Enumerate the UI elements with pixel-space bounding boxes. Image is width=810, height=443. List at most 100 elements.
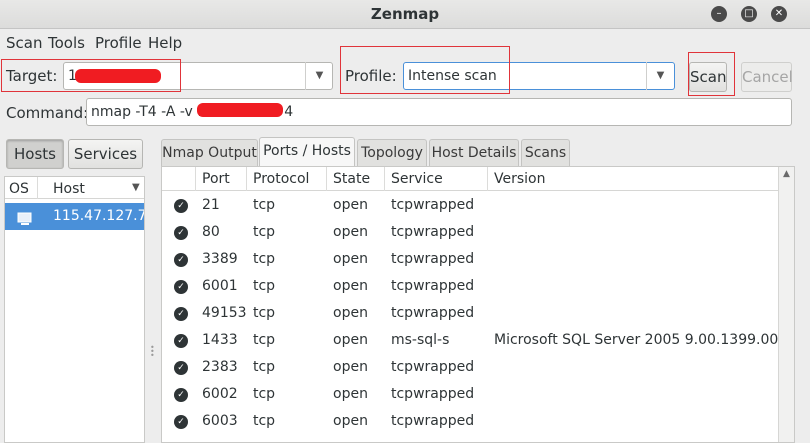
protocol-cell: tcp [253,386,276,402]
menu-tools[interactable]: Tools [48,34,85,52]
version-cell [488,381,778,408]
host-list-header: OS Host ▼ [5,177,144,199]
port-cell: 21 [202,197,220,213]
table-row[interactable]: ✓ 6001 tcp open tcpwrapped [162,273,778,300]
tab-nmap-output[interactable]: Nmap Output [161,139,258,166]
hosts-toggle[interactable]: Hosts [6,139,64,169]
table-row[interactable]: ✓ 80 tcp open tcpwrapped [162,219,778,246]
port-cell: 49153 [202,305,247,321]
ports-table-header: Port Protocol State Service Version [162,167,778,191]
table-row[interactable]: ✓ 6002 tcp open tcpwrapped [162,381,778,408]
version-cell [488,354,778,381]
title-bar: Zenmap – □ ✕ [0,0,810,29]
profile-combo[interactable]: Intense scan [403,62,675,90]
service-cell: tcpwrapped [391,197,475,213]
service-cell: tcpwrapped [391,386,475,402]
menu-profile[interactable]: Profile [95,34,142,52]
computer-icon [17,209,33,225]
table-row[interactable]: ✓ 49153 tcp open tcpwrapped [162,300,778,327]
state-cell: open [333,386,368,402]
state-cell: open [333,224,368,240]
version-cell [488,300,778,327]
state-cell: open [333,332,368,348]
protocol-cell: tcp [253,305,276,321]
service-cell: tcpwrapped [391,251,475,267]
open-port-check-icon: ✓ [174,334,188,348]
table-row[interactable]: ✓ 2383 tcp open tcpwrapped [162,354,778,381]
protocol-cell: tcp [253,359,276,375]
command-field[interactable]: nmap -T4 -A -v 1 4 [86,98,792,126]
vertical-scrollbar[interactable]: ▲ [778,167,794,442]
menu-bar: Scan Tools Profile Help [0,30,810,56]
service-column-header[interactable]: Service [385,167,488,191]
cancel-button[interactable]: Cancel [741,62,793,92]
close-icon[interactable]: ✕ [771,6,787,22]
open-port-check-icon: ✓ [174,307,188,321]
open-port-check-icon: ✓ [174,361,188,375]
state-cell: open [333,305,368,321]
scan-button[interactable]: Scan [689,62,727,92]
version-cell [488,219,778,246]
open-port-check-icon: ✓ [174,280,188,294]
port-cell: 3389 [202,251,238,267]
table-row[interactable]: ✓ 1433 tcp open ms-sql-s Microsoft SQL Server… [162,327,778,354]
port-column-header[interactable]: Port [196,167,247,191]
protocol-cell: tcp [253,278,276,294]
state-cell: open [333,278,368,294]
version-cell: Microsoft SQL Server 2005 9.00.1399.00; … [494,332,778,348]
port-cell: 6001 [202,278,238,294]
menu-help[interactable]: Help [148,34,182,52]
host-row[interactable]: 115.47.127.74 [5,203,144,230]
table-row[interactable]: ✓ 6003 tcp open tcpwrapped [162,408,778,435]
minimize-icon[interactable]: – [711,6,727,22]
open-port-check-icon: ✓ [174,415,188,429]
open-port-check-icon: ✓ [174,226,188,240]
open-port-check-icon: ✓ [174,253,188,267]
state-cell: open [333,251,368,267]
service-cell: tcpwrapped [391,359,475,375]
service-cell: ms-sql-s [391,332,450,348]
tab-ports-hosts[interactable]: Ports / Hosts [259,137,355,166]
tab-host-details[interactable]: Host Details [429,139,519,166]
tab-scans[interactable]: Scans [521,139,570,166]
command-value: nmap -T4 -A -v 1 [91,104,207,120]
protocol-column-header[interactable]: Protocol [247,167,327,191]
status-column-header[interactable] [162,167,196,191]
target-dropdown-icon[interactable]: ▼ [305,62,333,90]
state-cell: open [333,413,368,429]
port-cell: 2383 [202,359,238,375]
host-list: OS Host ▼ 115.47.127.74 [4,176,145,443]
command-label: Command: [6,104,89,122]
menu-scan[interactable]: Scan [6,34,42,52]
host-address: 115.47.127.74 [53,208,144,224]
ports-table: Port Protocol State Service Version ✓ 21 t… [161,166,795,443]
port-cell: 6003 [202,413,238,429]
protocol-cell: tcp [253,197,276,213]
os-column-header[interactable]: OS [9,181,29,197]
port-cell: 1433 [202,332,238,348]
state-column-header[interactable]: State [327,167,385,191]
protocol-cell: tcp [253,251,276,267]
redaction-mark [197,103,283,117]
services-toggle[interactable]: Services [68,139,143,169]
service-cell: tcpwrapped [391,224,475,240]
version-column-header[interactable]: Version [488,167,778,191]
service-cell: tcpwrapped [391,278,475,294]
tab-topology[interactable]: Topology [357,139,427,166]
port-cell: 6002 [202,386,238,402]
port-cell: 80 [202,224,220,240]
host-column-header[interactable]: Host [53,181,85,197]
profile-value: Intense scan [408,68,497,84]
pane-resize-handle[interactable]: • • • [150,344,155,360]
profile-dropdown-icon[interactable]: ▼ [646,62,674,90]
version-cell [488,192,778,219]
table-row[interactable]: ✓ 21 tcp open tcpwrapped [162,192,778,219]
profile-label: Profile: [345,67,397,85]
table-row[interactable]: ✓ 3389 tcp open tcpwrapped [162,246,778,273]
maximize-icon[interactable]: □ [741,6,757,22]
sort-arrow-icon[interactable]: ▼ [132,182,140,193]
scroll-up-icon[interactable]: ▲ [779,169,794,179]
protocol-cell: tcp [253,224,276,240]
protocol-cell: tcp [253,413,276,429]
protocol-cell: tcp [253,332,276,348]
